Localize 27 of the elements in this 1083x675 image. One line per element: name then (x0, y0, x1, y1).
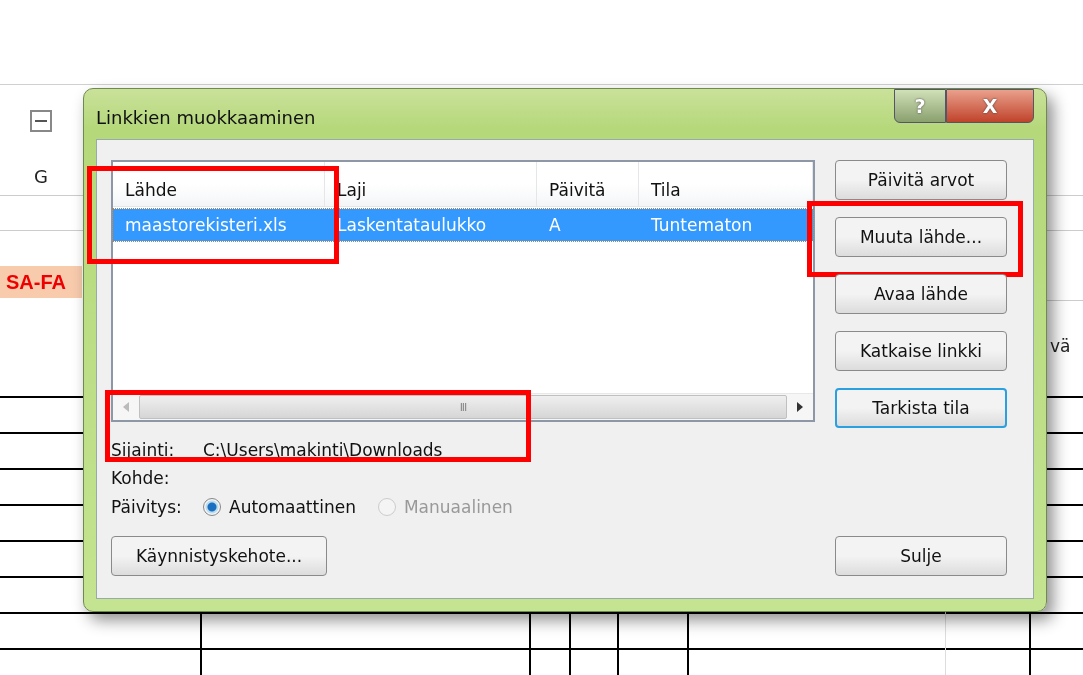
table-cell-text: maastorekisteri.xls (124, 215, 288, 235)
column-header[interactable]: Tila (639, 162, 813, 206)
action-button[interactable]: Tarkista tila (835, 388, 1007, 428)
table-cell-text: Tuntematon (650, 215, 754, 235)
column-header[interactable]: Laji (325, 162, 537, 206)
column-header[interactable]: Päivitä (537, 162, 639, 206)
radio-option[interactable]: Automaattinen (203, 496, 356, 517)
table-cell: vä (1050, 336, 1071, 356)
collapse-icon[interactable] (30, 110, 52, 132)
column-header[interactable]: Lähde (113, 162, 325, 206)
window-title: Linkkien muokkaaminen (96, 106, 316, 128)
action-button[interactable]: Muuta lähde... (835, 217, 1007, 257)
action-button[interactable]: Avaa lähde (835, 274, 1007, 314)
location-path: C:\Users\makinti\Downloads (203, 439, 443, 460)
table-cell: SA-FA (0, 266, 82, 298)
close-dialog-button[interactable]: Sulje (835, 536, 1007, 576)
action-button[interactable]: Päivitä arvot (835, 160, 1007, 200)
location-label: Sijainti: (111, 439, 176, 460)
action-button[interactable]: Katkaise linkki (835, 331, 1007, 371)
startup-prompt-button[interactable]: Käynnistyskehote... (111, 536, 327, 576)
target-label: Kohde: (111, 468, 171, 488)
table-cell-text: Laskentataulukko (336, 215, 488, 235)
scroll-right-icon[interactable] (795, 401, 805, 413)
column-header: G (34, 166, 48, 187)
update-label: Päivitys: (111, 496, 183, 517)
grip-icon: III (459, 400, 467, 414)
table-cell-text: A (548, 215, 562, 235)
